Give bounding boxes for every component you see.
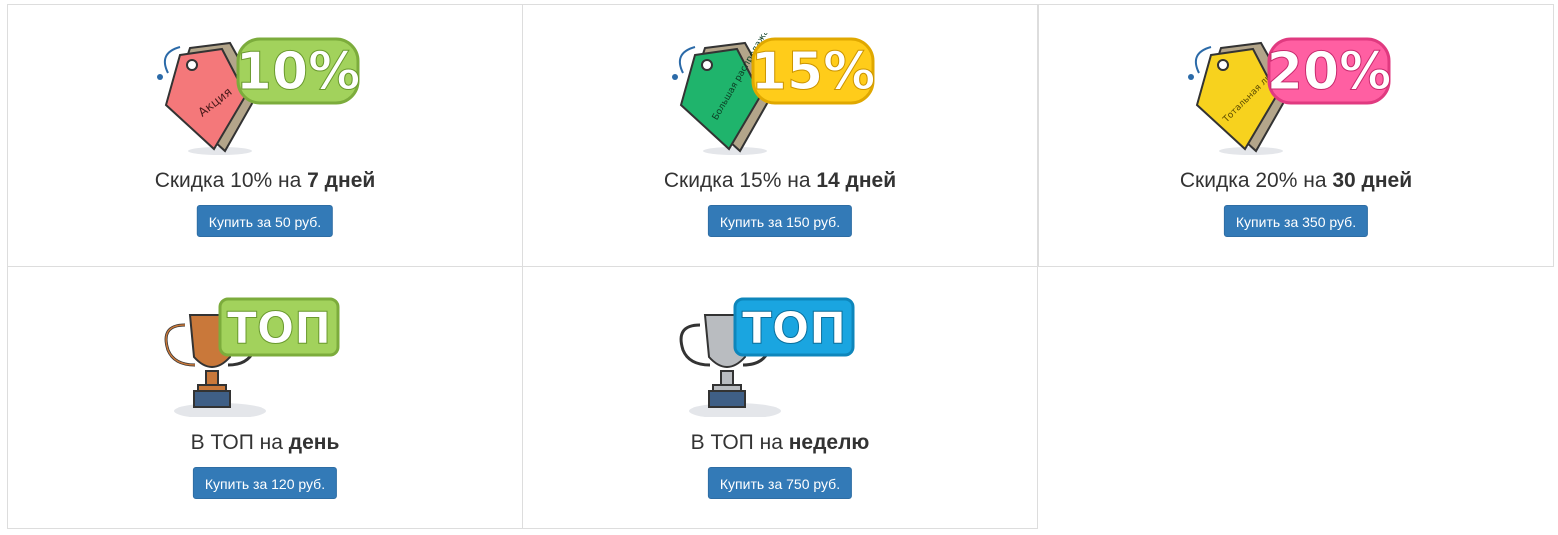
offer-card-discount-20: Тотальная ликвидация 20% Скидка 20% на 3…: [1038, 4, 1554, 267]
offer-caption: В ТОП на день: [190, 431, 340, 454]
trophy-icon: ТОП: [679, 297, 855, 417]
buy-button-top-day[interactable]: Купить за 120 руб.: [192, 467, 338, 499]
discount-badge: 15%: [751, 42, 875, 102]
sale-tag-icon: Акция 10%: [157, 37, 361, 155]
offer-caption: В ТОП на неделю: [690, 431, 870, 454]
offer-card-discount-15: Большая распродажа 15% Скидка 15% на 14 …: [522, 4, 1038, 267]
top-badge: ТОП: [227, 303, 331, 354]
sale-tag-icon: Большая распродажа 15%: [672, 33, 876, 155]
discount-badge: 20%: [1267, 42, 1391, 102]
offer-card-top-week: ТОП В ТОП на неделю Купить за 750 руб.: [522, 266, 1038, 529]
offer-card-discount-10: Акция 10% Скидка 10% на 7 дней Купить за…: [7, 4, 523, 267]
discount-badge: 10%: [236, 42, 360, 102]
trophy-icon: ТОП: [164, 297, 340, 417]
buy-button-discount-10[interactable]: Купить за 50 руб.: [196, 205, 334, 237]
buy-button-discount-20[interactable]: Купить за 350 руб.: [1223, 205, 1369, 237]
offer-caption: Скидка 20% на 30 дней: [1179, 169, 1413, 192]
buy-button-discount-15[interactable]: Купить за 150 руб.: [707, 205, 853, 237]
buy-button-top-week[interactable]: Купить за 750 руб.: [707, 467, 853, 499]
sale-tag-icon: Тотальная ликвидация 20%: [1188, 37, 1392, 155]
offer-card-top-day: ТОП В ТОП на день Купить за 120 руб.: [7, 266, 523, 529]
top-badge: ТОП: [742, 303, 846, 354]
offer-caption: Скидка 15% на 14 дней: [663, 169, 897, 192]
offer-caption: Скидка 10% на 7 дней: [154, 169, 376, 192]
